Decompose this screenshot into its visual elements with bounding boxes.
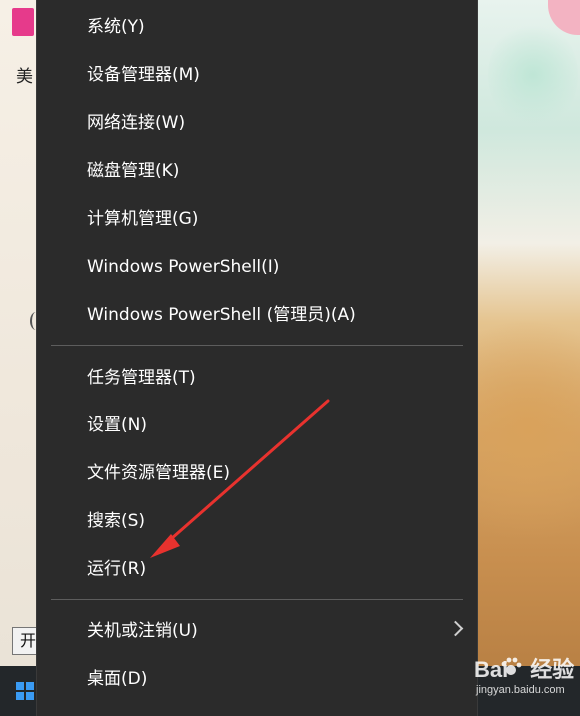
menu-item-powershell-admin[interactable]: Windows PowerShell (管理员)(A) — [37, 293, 477, 337]
menu-item-search[interactable]: 搜索(S) — [37, 499, 477, 543]
menu-item-device-manager[interactable]: 设备管理器(M) — [37, 53, 477, 97]
menu-item-label: 关机或注销(U) — [87, 621, 198, 641]
menu-item-task-manager[interactable]: 任务管理器(T) — [37, 356, 477, 400]
menu-item-run[interactable]: 运行(R) — [37, 547, 477, 591]
menu-item-network-connections[interactable]: 网络连接(W) — [37, 101, 477, 145]
menu-separator — [51, 345, 463, 346]
watermark-logo: Bai 经验 — [474, 657, 575, 682]
desktop-wallpaper-left — [0, 0, 36, 716]
chevron-right-icon — [447, 620, 464, 637]
desktop-wallpaper-right — [478, 0, 580, 716]
menu-item-disk-management[interactable]: 磁盘管理(K) — [37, 149, 477, 193]
menu-item-settings[interactable]: 设置(N) — [37, 403, 477, 447]
menu-item-computer-management[interactable]: 计算机管理(G) — [37, 197, 477, 241]
desktop-icon-label: 美 — [16, 67, 33, 87]
menu-item-powershell[interactable]: Windows PowerShell(I) — [37, 245, 477, 289]
menu-item-shutdown-signout[interactable]: 关机或注销(U) — [37, 609, 477, 653]
menu-item-system[interactable]: 系统(Y) — [37, 5, 477, 49]
paw-icon — [501, 657, 522, 675]
menu-separator — [51, 599, 463, 600]
watermark-url: jingyan.baidu.com — [476, 684, 565, 696]
windows-logo-icon — [16, 682, 34, 700]
desktop-app-icon[interactable] — [12, 8, 36, 58]
winx-context-menu: 系统(Y) 设备管理器(M) 网络连接(W) 磁盘管理(K) 计算机管理(G) … — [36, 0, 478, 716]
baidu-jingyan-watermark: Bai 经验 jingyan.baidu.com — [466, 652, 580, 716]
app-tile-icon — [12, 8, 34, 36]
menu-item-desktop[interactable]: 桌面(D) — [37, 657, 477, 701]
menu-item-file-explorer[interactable]: 文件资源管理器(E) — [37, 451, 477, 495]
